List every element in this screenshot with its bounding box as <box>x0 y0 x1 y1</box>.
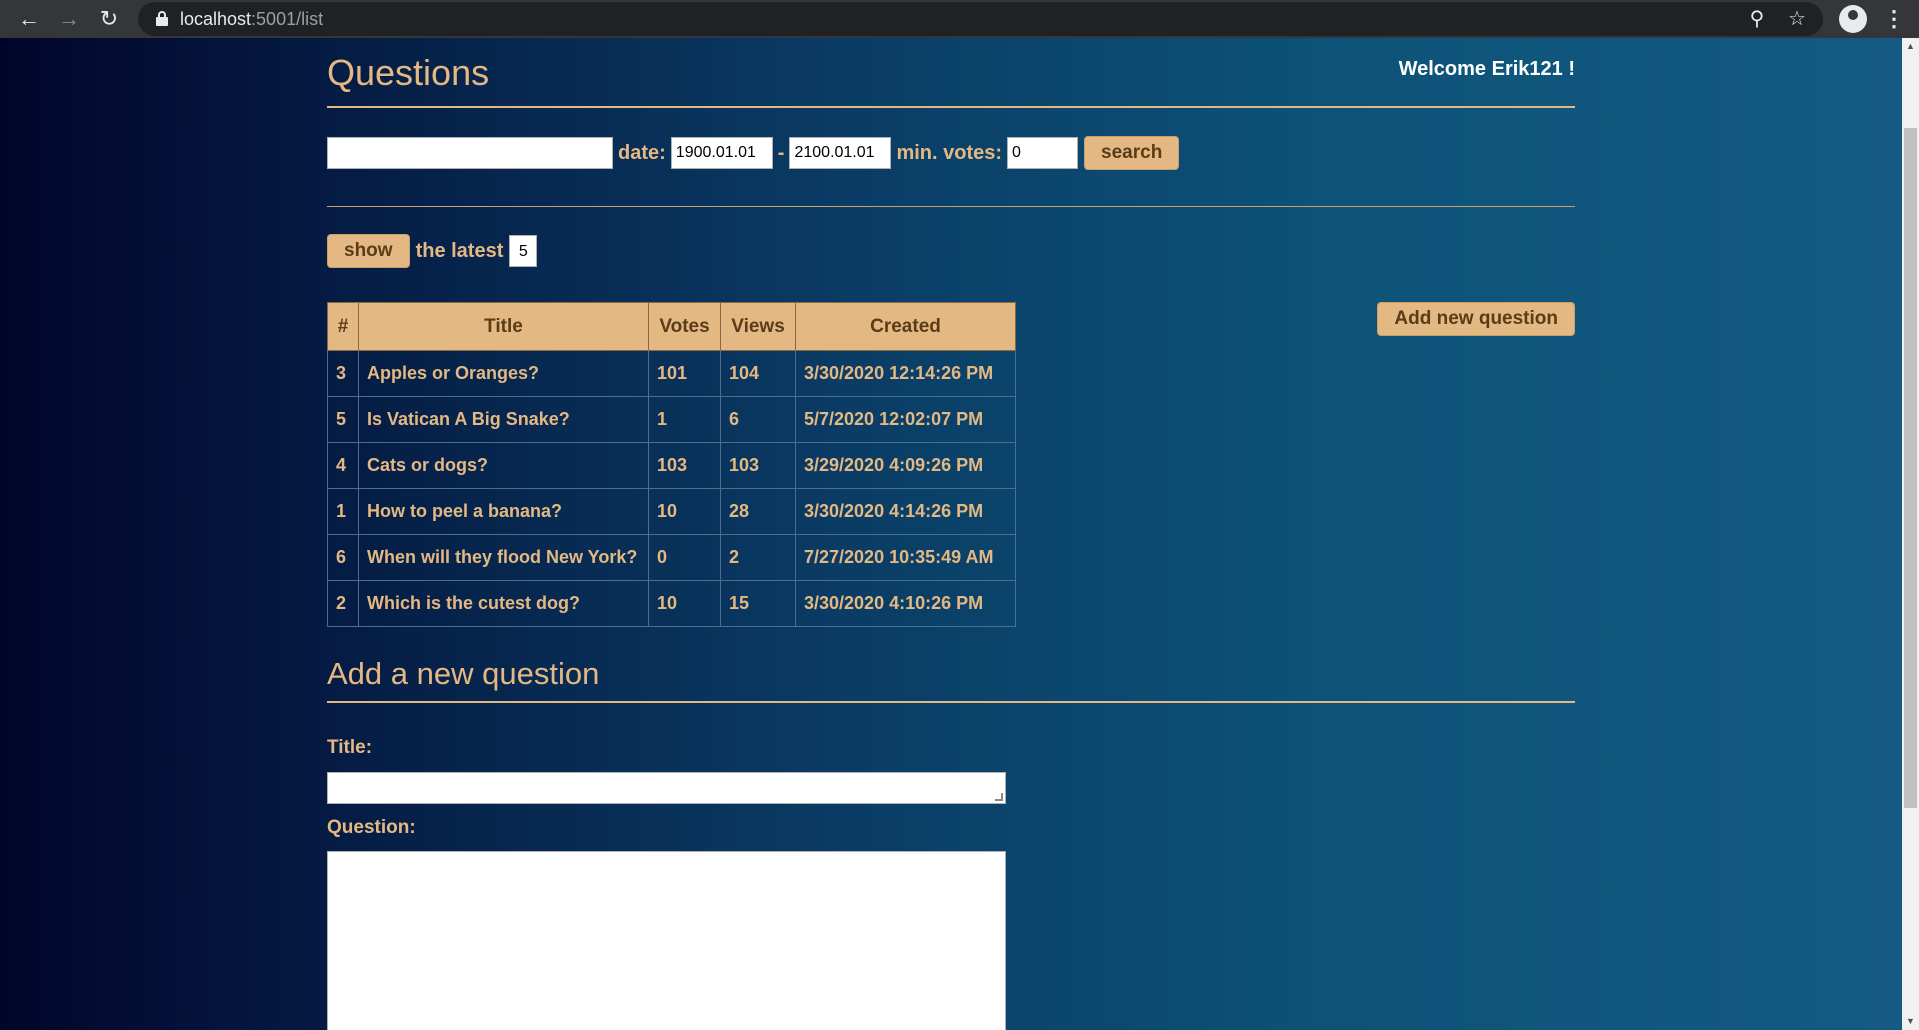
cell-created: 3/30/2020 4:10:26 PM <box>795 580 1016 627</box>
resize-handle-icon[interactable] <box>995 793 1003 801</box>
page-title: Questions <box>327 52 490 93</box>
cell-id: 3 <box>327 350 359 397</box>
table-row[interactable]: 2 Which is the cutest dog? 10 15 3/30/20… <box>327 580 1016 627</box>
date-label: date: <box>618 141 666 164</box>
form-divider <box>327 701 1575 703</box>
cell-views: 103 <box>720 442 796 489</box>
table-header-row: # Title Votes Views Created <box>327 302 1016 351</box>
cell-title-link[interactable]: How to peel a banana? <box>358 488 649 535</box>
add-question-heading: Add a new question <box>327 656 600 691</box>
reload-icon[interactable]: ↻ <box>94 4 124 34</box>
cell-views: 104 <box>720 350 796 397</box>
cell-id: 6 <box>327 534 359 581</box>
add-new-question-button[interactable]: Add new question <box>1377 302 1575 336</box>
url-text: localhost:5001/list <box>180 9 323 30</box>
url-path: :5001/list <box>251 9 324 29</box>
latest-label: the latest <box>415 239 504 262</box>
cell-votes: 10 <box>648 488 721 535</box>
cell-created: 5/7/2020 12:02:07 PM <box>795 396 1016 443</box>
star-icon[interactable]: ☆ <box>1785 7 1809 31</box>
cell-votes: 1 <box>648 396 721 443</box>
cell-views: 15 <box>720 580 796 627</box>
forward-icon[interactable]: → <box>54 4 84 34</box>
back-icon[interactable]: ← <box>14 4 44 34</box>
column-header-title[interactable]: Title <box>358 302 649 351</box>
title-label: Title: <box>327 737 373 758</box>
column-header-votes[interactable]: Votes <box>648 302 721 351</box>
search-input[interactable] <box>327 137 613 169</box>
questions-table: # Title Votes Views Created 3 Apples or … <box>327 302 1016 627</box>
search-form: date: - min. votes: search <box>327 136 1180 170</box>
search-button[interactable]: search <box>1084 136 1180 170</box>
url-host: localhost <box>180 9 252 29</box>
cell-votes: 10 <box>648 580 721 627</box>
cell-views: 2 <box>720 534 796 581</box>
cell-votes: 0 <box>648 534 721 581</box>
column-header-views[interactable]: Views <box>720 302 796 351</box>
question-label: Question: <box>327 817 416 838</box>
min-votes-input[interactable] <box>1007 137 1079 169</box>
cell-id: 2 <box>327 580 359 627</box>
column-header-id[interactable]: # <box>327 302 359 351</box>
page-viewport: Questions Welcome Erik121 ! date: - min.… <box>0 38 1919 1030</box>
account-icon[interactable] <box>1839 5 1867 33</box>
latest-count-input[interactable]: 5 <box>509 235 538 267</box>
cell-views: 28 <box>720 488 796 535</box>
kebab-menu-icon[interactable]: ⋮ <box>1879 4 1909 34</box>
latest-filter: show the latest 5 <box>327 234 538 268</box>
browser-toolbar: ← → ↻ localhost:5001/list ⚲ ☆ ⋮ <box>0 0 1919 38</box>
column-header-created[interactable]: Created <box>795 302 1016 351</box>
date-from-input[interactable] <box>670 137 773 169</box>
search-divider <box>327 206 1575 207</box>
table-row[interactable]: 4 Cats or dogs? 103 103 3/29/2020 4:09:2… <box>327 442 1016 489</box>
scrollbar-thumb[interactable] <box>1904 128 1917 808</box>
date-to-input[interactable] <box>789 137 892 169</box>
cell-created: 3/30/2020 12:14:26 PM <box>795 350 1016 397</box>
table-row[interactable]: 5 Is Vatican A Big Snake? 1 6 5/7/2020 1… <box>327 396 1016 443</box>
question-textarea[interactable] <box>327 851 1006 1030</box>
cell-votes: 101 <box>648 350 721 397</box>
cell-title-link[interactable]: Cats or dogs? <box>358 442 649 489</box>
table-row[interactable]: 3 Apples or Oranges? 101 104 3/30/2020 1… <box>327 350 1016 397</box>
cell-created: 3/29/2020 4:09:26 PM <box>795 442 1016 489</box>
scroll-up-icon[interactable]: ▲ <box>1902 38 1919 55</box>
cell-views: 6 <box>720 396 796 443</box>
cell-id: 5 <box>327 396 359 443</box>
page-scrollbar[interactable]: ▲ ▼ <box>1902 38 1919 1030</box>
cell-title-link[interactable]: Is Vatican A Big Snake? <box>358 396 649 443</box>
table-row[interactable]: 6 When will they flood New York? 0 2 7/2… <box>327 534 1016 581</box>
cell-id: 1 <box>327 488 359 535</box>
cell-title-link[interactable]: Apples or Oranges? <box>358 350 649 397</box>
show-latest-button[interactable]: show <box>327 234 410 268</box>
address-bar[interactable]: localhost:5001/list ⚲ ☆ <box>138 2 1823 36</box>
welcome-text: Welcome Erik121 ! <box>1398 58 1575 80</box>
cell-id: 4 <box>327 442 359 489</box>
cell-votes: 103 <box>648 442 721 489</box>
zoom-icon[interactable]: ⚲ <box>1745 7 1769 31</box>
cell-title-link[interactable]: When will they flood New York? <box>358 534 649 581</box>
lock-icon <box>156 11 168 27</box>
cell-title-link[interactable]: Which is the cutest dog? <box>358 580 649 627</box>
scroll-down-icon[interactable]: ▼ <box>1902 1013 1919 1030</box>
date-separator: - <box>777 141 785 164</box>
table-row[interactable]: 1 How to peel a banana? 10 28 3/30/2020 … <box>327 488 1016 535</box>
title-divider <box>327 106 1575 108</box>
cell-created: 7/27/2020 10:35:49 AM <box>795 534 1016 581</box>
min-votes-label: min. votes: <box>896 141 1003 164</box>
title-textarea[interactable] <box>327 772 1006 804</box>
cell-created: 3/30/2020 4:14:26 PM <box>795 488 1016 535</box>
